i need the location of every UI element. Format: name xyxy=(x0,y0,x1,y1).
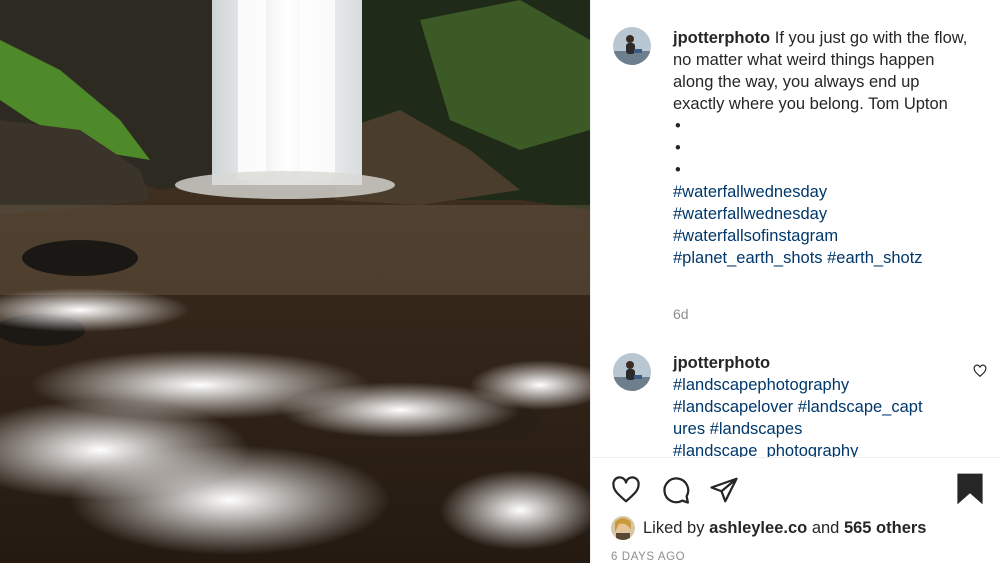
caption-username[interactable]: jpotterphoto xyxy=(673,29,770,47)
share-icon xyxy=(710,477,738,503)
hashtag-link[interactable]: #landscape_photography xyxy=(673,440,973,457)
liker-username[interactable]: ashleylee.co xyxy=(709,519,807,538)
caption-bullet: • xyxy=(675,139,681,157)
avatar[interactable] xyxy=(611,516,635,540)
likes-joiner: and xyxy=(811,518,840,537)
hashtag-link[interactable]: #planet_earth_shots xyxy=(673,249,823,267)
avatar[interactable] xyxy=(613,27,651,65)
post-date[interactable]: 6 DAYS AGO xyxy=(611,551,685,563)
hashtag-link[interactable]: #earth_shotz xyxy=(827,249,922,267)
avatar[interactable] xyxy=(613,353,651,391)
waterfall-photo xyxy=(0,0,590,563)
share-button[interactable] xyxy=(709,475,739,510)
hashtag-link[interactable]: #waterfallsofinstagram xyxy=(673,225,973,247)
caption: jpotterphoto If you just go with the flo… xyxy=(673,27,973,269)
hashtag-link[interactable]: #waterfallwednesday xyxy=(673,203,973,225)
hashtag-link[interactable]: #landscape_capt xyxy=(798,398,923,416)
avatar-image xyxy=(613,27,651,65)
comment-button[interactable] xyxy=(661,475,691,510)
comment: jpotterphoto #landscapephotography #land… xyxy=(673,352,973,457)
likes-prefix: Liked by xyxy=(643,518,705,537)
caption-bullet: • xyxy=(675,117,681,135)
likes-summary: Liked by ashleylee.co and 565 others xyxy=(611,516,926,540)
comment-username[interactable]: jpotterphoto xyxy=(673,352,973,374)
post-photo[interactable] xyxy=(0,0,590,563)
like-comment-heart-icon[interactable] xyxy=(973,364,987,378)
heart-icon xyxy=(612,476,640,503)
caption-time[interactable]: 6d xyxy=(673,306,689,322)
comment-icon xyxy=(663,477,690,504)
hashtag-link[interactable]: ures #landscapes xyxy=(673,418,973,440)
action-bar: Liked by ashleylee.co and 565 others 6 D… xyxy=(591,457,1000,564)
liker-avatar-image xyxy=(611,516,635,540)
heart-icon xyxy=(973,364,987,378)
hashtag-link[interactable]: #landscapephotography xyxy=(673,374,973,396)
avatar-image xyxy=(613,353,651,391)
caption-bullet: • xyxy=(675,161,681,179)
comments-panel[interactable]: jpotterphoto If you just go with the flo… xyxy=(591,0,1000,457)
hashtag-link[interactable]: #waterfallwednesday xyxy=(673,181,973,203)
like-button[interactable] xyxy=(611,475,641,510)
likes-count[interactable]: 565 others xyxy=(844,519,927,538)
post-sidebar: jpotterphoto If you just go with the flo… xyxy=(590,0,1000,563)
hashtag-link[interactable]: #landscapelover xyxy=(673,398,793,416)
bookmark-icon xyxy=(957,473,983,505)
save-button[interactable] xyxy=(956,472,984,511)
